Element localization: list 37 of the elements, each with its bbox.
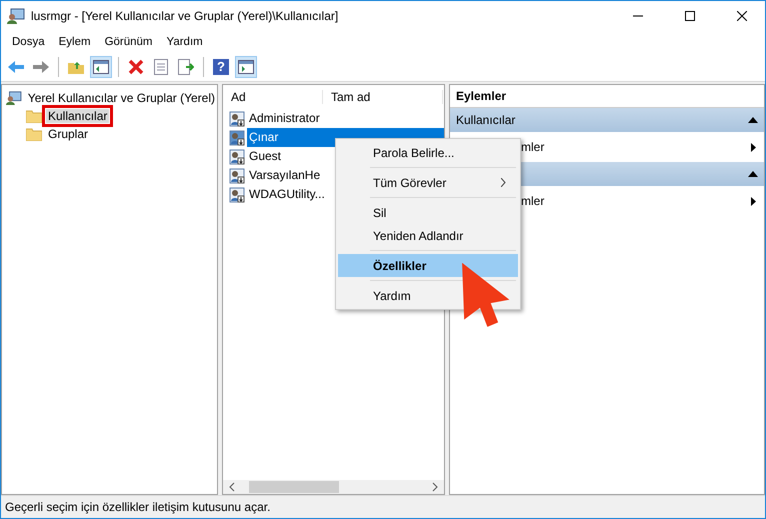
horizontal-scrollbar[interactable]	[223, 480, 444, 494]
menu-item[interactable]: Yardım	[160, 36, 210, 48]
collapse-icon	[748, 117, 758, 123]
context-menu-item[interactable]: Yeniden Adlandır	[338, 224, 518, 247]
user-icon	[229, 148, 245, 164]
menu-item[interactable]: Eylem	[52, 36, 98, 48]
export-button[interactable]	[175, 56, 197, 78]
user-icon	[229, 168, 245, 184]
maximize-icon	[685, 11, 695, 21]
user-icon	[229, 110, 245, 126]
collapse-icon	[748, 171, 758, 177]
status-text: Geçerli seçim için özellikler iletişim kutusunu açar.	[5, 500, 270, 514]
tree-item[interactable]: Yerel Kullanıcılar ve Gruplar (Yerel)	[26, 91, 217, 105]
context-menu-item[interactable]: Yardım	[338, 284, 518, 307]
scroll-right-icon[interactable]	[430, 482, 440, 492]
scroll-left-icon[interactable]	[227, 482, 237, 492]
menu-item[interactable]: Dosya	[5, 36, 52, 48]
column-header[interactable]: Ad	[223, 90, 323, 104]
tree-item[interactable]: Gruplar	[46, 127, 90, 141]
folder-icon	[26, 127, 42, 141]
user-row[interactable]: Administrator	[247, 109, 444, 128]
help-button[interactable]: ?	[210, 56, 232, 78]
user-icon	[229, 186, 245, 202]
show-tree-button[interactable]	[90, 56, 112, 78]
computer-users-icon	[7, 8, 25, 24]
tree-item[interactable]: Kullanıcılar	[46, 109, 110, 123]
menu-item[interactable]: Görünüm	[98, 36, 160, 48]
show-action-pane-button[interactable]	[235, 56, 257, 78]
expand-arrow-icon	[751, 142, 756, 152]
folder-icon	[26, 109, 42, 123]
context-menu-item[interactable]: Özellikler	[338, 254, 518, 277]
actions-section-header[interactable]: Kullanıcılar	[450, 108, 764, 132]
expand-arrow-icon	[751, 196, 756, 206]
window-title: lusrmgr - [Yerel Kullanıcılar ve Gruplar (Yerel)\Kullanıcılar]	[31, 9, 340, 23]
user-icon	[229, 130, 245, 146]
close-icon	[737, 11, 747, 21]
column-header[interactable]: Tam ad	[323, 90, 443, 104]
